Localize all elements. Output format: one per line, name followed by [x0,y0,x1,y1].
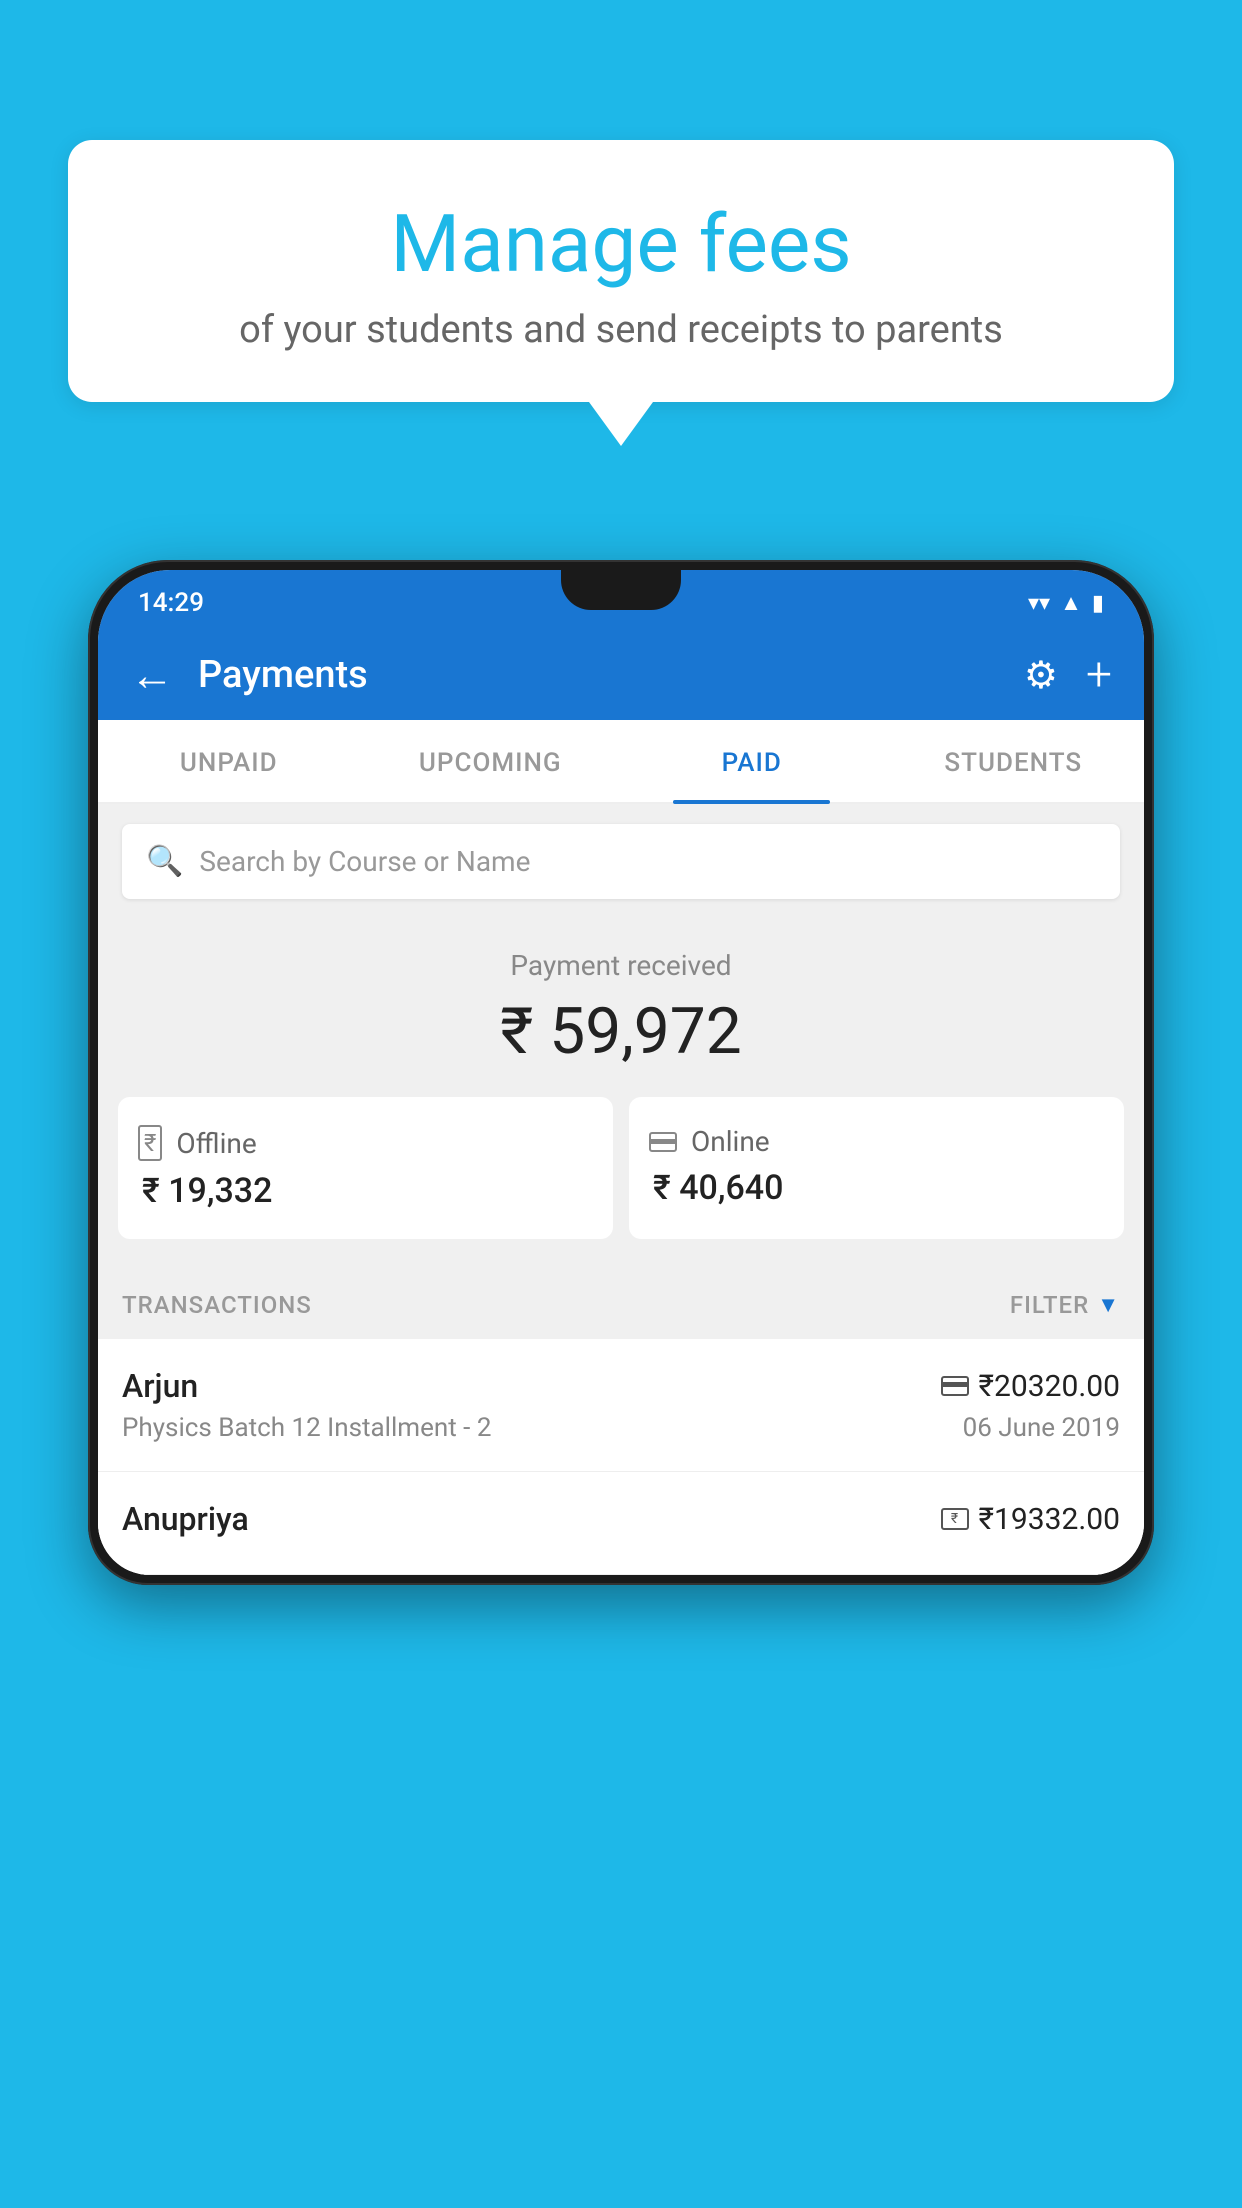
search-container: 🔍 Search by Course or Name [98,804,1144,919]
online-amount: ₹ 40,640 [649,1168,1104,1208]
filter-icon: ▼ [1097,1292,1120,1318]
tab-unpaid[interactable]: UNPAID [98,720,360,802]
online-icon [649,1132,677,1152]
transaction-bottom-1: Physics Batch 12 Installment - 2 06 June… [122,1413,1120,1443]
online-payment-card: Online ₹ 40,640 [629,1097,1124,1239]
phone-outer: 14:29 ▾▾ ▲ ▮ ← Payments ⚙ + UNPAID [88,560,1154,1585]
transaction-name-2: Anupriya [122,1500,249,1538]
phone-notch [561,570,681,610]
payment-received-label: Payment received [118,949,1124,982]
bubble-subtitle: of your students and send receipts to pa… [108,308,1134,352]
card-icon [941,1376,969,1396]
offline-card-header: ₹ Offline [138,1125,593,1161]
transaction-name-1: Arjun [122,1367,198,1405]
payment-summary: Payment received ₹ 59,972 ₹ Offline ₹ 19… [98,919,1144,1263]
app-bar: ← Payments ⚙ + [98,630,1144,720]
offline-amount: ₹ 19,332 [138,1171,593,1211]
content-area: 🔍 Search by Course or Name Payment recei… [98,804,1144,1575]
payment-cards: ₹ Offline ₹ 19,332 Online [118,1097,1124,1239]
tab-upcoming[interactable]: UPCOMING [360,720,622,802]
search-bar[interactable]: 🔍 Search by Course or Name [122,824,1120,899]
status-time: 14:29 [138,588,204,618]
search-input[interactable]: Search by Course or Name [199,845,530,878]
offline-icon: ₹ [138,1125,162,1161]
speech-bubble: Manage fees of your students and send re… [68,140,1174,402]
online-card-header: Online [649,1125,1104,1158]
transaction-course-1: Physics Batch 12 Installment - 2 [122,1413,491,1443]
transactions-header: TRANSACTIONS FILTER ▼ [98,1263,1144,1339]
tab-paid[interactable]: PAID [621,720,883,802]
transaction-row-2[interactable]: Anupriya ₹ ₹19332.00 [98,1472,1144,1575]
cash-icon: ₹ [941,1508,969,1530]
transaction-top-1: Arjun ₹20320.00 [122,1367,1120,1405]
search-icon: 🔍 [146,844,183,879]
transaction-top-2: Anupriya ₹ ₹19332.00 [122,1500,1120,1538]
transaction-amount-1: ₹20320.00 [941,1369,1120,1404]
app-bar-title: Payments [198,653,1024,697]
add-button[interactable]: + [1086,648,1112,702]
tab-bar: UNPAID UPCOMING PAID STUDENTS [98,720,1144,804]
wifi-icon: ▾▾ [1028,591,1050,616]
phone-container: 14:29 ▾▾ ▲ ▮ ← Payments ⚙ + UNPAID [88,560,1154,2208]
transactions-label: TRANSACTIONS [122,1291,312,1319]
signal-icon: ▲ [1060,590,1082,616]
settings-button[interactable]: ⚙ [1024,653,1058,698]
filter-button[interactable]: FILTER ▼ [1010,1291,1120,1319]
payment-total-amount: ₹ 59,972 [118,994,1124,1069]
offline-payment-card: ₹ Offline ₹ 19,332 [118,1097,613,1239]
battery-icon: ▮ [1092,591,1104,616]
bubble-title: Manage fees [108,200,1134,288]
transaction-row[interactable]: Arjun ₹20320.00 Physics Batch 12 Install… [98,1339,1144,1472]
transaction-date-1: 06 June 2019 [963,1413,1120,1443]
tab-students[interactable]: STUDENTS [883,720,1145,802]
phone-inner: 14:29 ▾▾ ▲ ▮ ← Payments ⚙ + UNPAID [98,570,1144,1575]
back-button[interactable]: ← [130,649,174,701]
transaction-amount-2: ₹ ₹19332.00 [941,1502,1120,1537]
status-icons: ▾▾ ▲ ▮ [1028,590,1104,616]
app-bar-icons: ⚙ + [1024,648,1112,702]
